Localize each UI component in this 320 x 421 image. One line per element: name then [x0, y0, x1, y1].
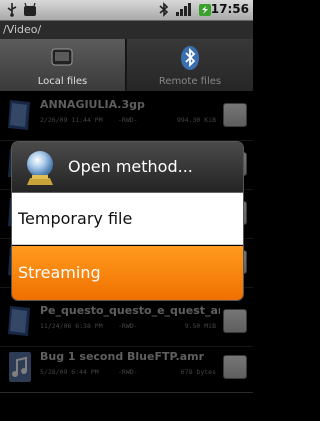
option-temporary-file[interactable]: Temporary file	[12, 193, 243, 245]
option-streaming[interactable]: Streaming	[12, 246, 243, 300]
crystal-ball-icon	[27, 151, 53, 185]
phone-icon	[51, 48, 73, 66]
bluetooth-icon	[159, 2, 169, 17]
android-notification-icon	[24, 2, 36, 16]
open-method-dialog: Open method... Temporary file Streaming	[12, 142, 243, 300]
usb-icon	[7, 3, 17, 17]
status-bar: 17:56	[0, 0, 253, 21]
signal-icon	[176, 3, 191, 16]
bluetooth-icon	[181, 46, 199, 70]
dialog-title: Open method...	[68, 157, 193, 176]
status-clock: 17:56	[210, 2, 249, 16]
dialog-header: Open method...	[12, 142, 243, 193]
tab-bar: Local files Remote files	[0, 39, 253, 91]
tab-remote-files[interactable]: Remote files	[127, 39, 253, 91]
tab-local-files-label: Local files	[37, 76, 88, 87]
current-path: /Video/	[0, 21, 253, 39]
tab-local-files[interactable]: Local files	[0, 39, 126, 91]
tab-remote-files-label: Remote files	[158, 76, 222, 87]
